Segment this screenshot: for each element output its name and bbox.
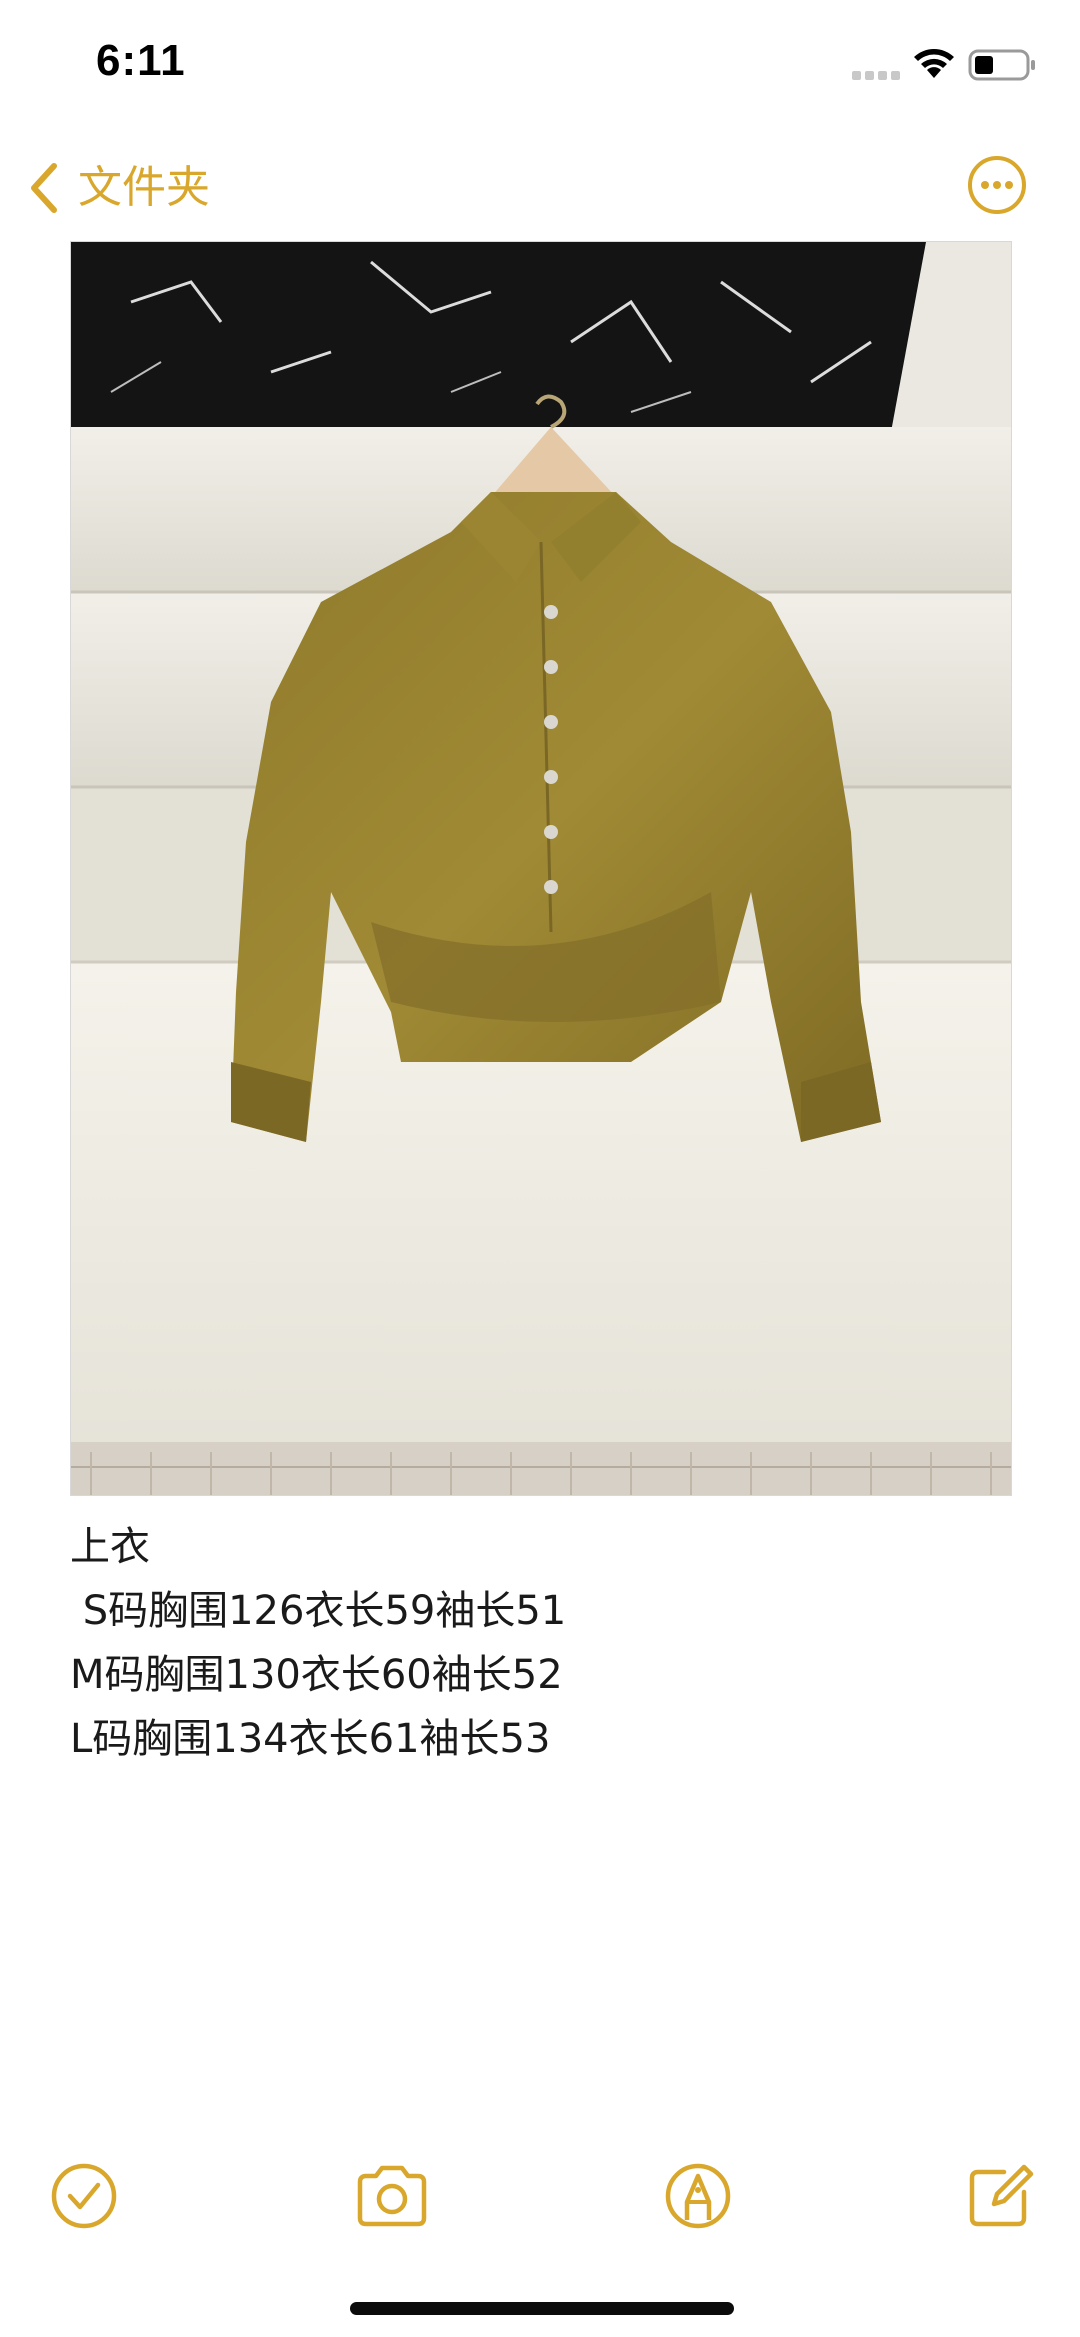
markup-button[interactable] bbox=[662, 2160, 734, 2232]
bottom-toolbar bbox=[0, 2160, 1080, 2240]
back-button[interactable]: 文件夹 bbox=[28, 158, 210, 218]
nav-bar: 文件夹 bbox=[0, 140, 1080, 230]
back-label: 文件夹 bbox=[78, 162, 210, 213]
note-line-size-m: M码胸围130衣长60袖长52 bbox=[70, 1652, 563, 1698]
markup-pen-icon bbox=[665, 2163, 731, 2229]
note-photo-attachment[interactable] bbox=[70, 241, 1012, 1496]
compose-button[interactable] bbox=[964, 2160, 1036, 2232]
checklist-button[interactable] bbox=[48, 2160, 120, 2232]
battery-icon bbox=[968, 49, 1035, 81]
camera-icon bbox=[357, 2165, 427, 2227]
note-line-size-l: L码胸围134衣长61袖长53 bbox=[70, 1716, 551, 1762]
note-line-title: 上衣 bbox=[70, 1524, 150, 1570]
chevron-left-icon bbox=[31, 163, 57, 213]
note-line-size-s: S码胸围126衣长59袖长51 bbox=[70, 1588, 567, 1634]
home-indicator[interactable] bbox=[350, 2302, 734, 2315]
cellular-signal-icon bbox=[852, 71, 900, 80]
wifi-icon bbox=[914, 49, 954, 78]
note-body[interactable]: 上衣 S码胸围126衣长59袖长51 M码胸围130衣长60袖长52 L码胸围1… bbox=[70, 1515, 1010, 1771]
shirt-photo bbox=[71, 242, 1011, 1495]
status-time: 6:11 bbox=[96, 36, 186, 85]
checklist-icon bbox=[51, 2163, 117, 2229]
compose-icon bbox=[969, 2164, 1034, 2227]
camera-button[interactable] bbox=[354, 2160, 430, 2232]
status-bar: 6:11 bbox=[0, 0, 1080, 130]
ellipsis-circle-icon[interactable] bbox=[966, 154, 1028, 216]
